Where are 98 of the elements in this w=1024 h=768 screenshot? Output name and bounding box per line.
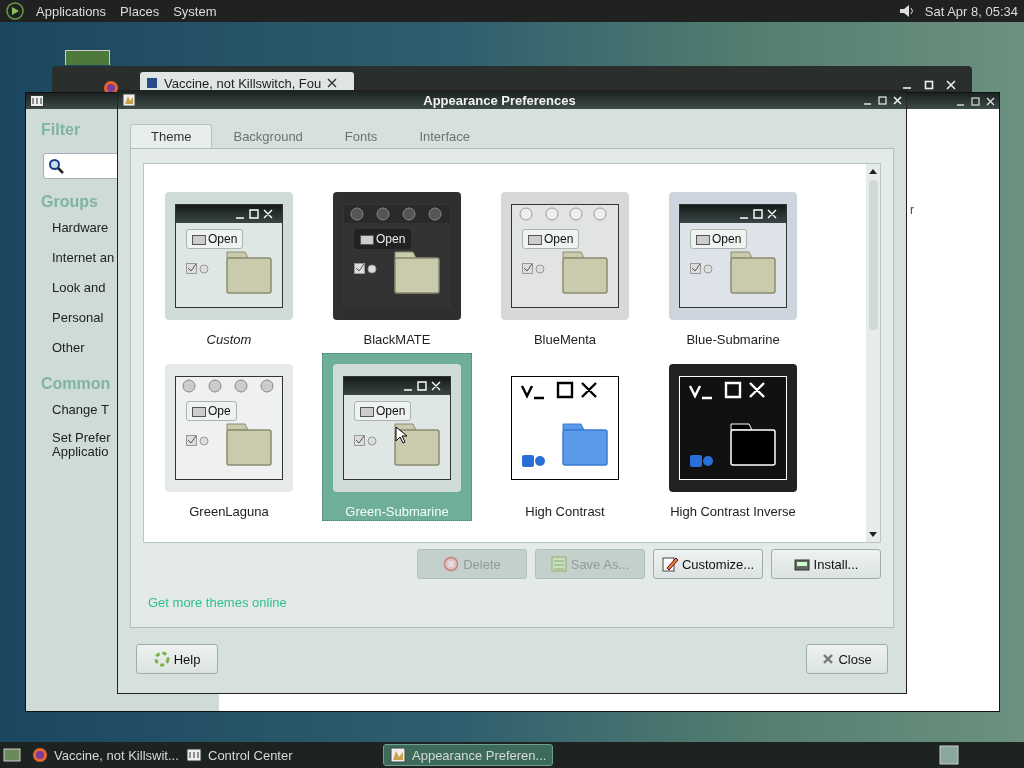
group-item[interactable]: Internet an [41,249,115,279]
theme-name: GreenLaguna [189,504,269,519]
tab[interactable]: Theme [130,124,213,148]
group-item[interactable]: Personal [41,309,104,339]
scroll-up-icon[interactable] [869,168,877,174]
workspace-switcher-icon[interactable] [939,745,959,765]
theme-tile[interactable]: High Contrast [490,353,640,521]
section-heading: Common [41,375,111,393]
close-icon [822,653,835,665]
preview-button: Open [522,229,580,249]
help-icon [153,651,170,667]
page-icon [146,77,158,89]
theme-tile[interactable]: High Contrast Inverse [658,353,808,521]
checkbox-icon [354,435,378,447]
theme-name: Custom [206,332,252,347]
close-icon[interactable] [327,78,338,88]
preview-button: Open [186,229,244,249]
task-item[interactable]: Set Prefer Applicatio [41,431,111,459]
taskbar-item[interactable]: Control Center [179,744,329,766]
folder-icon [394,422,440,466]
theme-name: High Contrast [525,504,605,519]
theme-tile[interactable]: Ope GreenLaguna [154,353,304,521]
help-button[interactable]: Help [136,644,218,674]
folder-icon [360,233,374,245]
tab[interactable]: Background [212,124,324,148]
folder-icon [192,405,206,417]
desktop-icon[interactable] [65,50,110,65]
menu-logo-icon[interactable] [6,2,24,20]
preview-button: Open [354,401,412,421]
install-button[interactable]: Install... [771,549,881,579]
panel-menu[interactable]: Places [118,3,162,19]
theme-name: BlueMenta [533,332,597,347]
window-controls-icon [179,379,275,393]
browser-icon [32,747,48,763]
content-text: r [910,203,914,217]
control-panel-icon[interactable] [30,95,44,107]
group-item[interactable]: Other [41,339,85,369]
maximize-icon[interactable] [924,80,934,90]
folder-icon [394,250,440,294]
group-item[interactable]: Look and [41,279,106,309]
folder-icon [730,422,776,466]
folder-icon [562,250,608,294]
theme-tile[interactable]: Open Custom [154,181,304,349]
checkbox-icon [690,455,714,467]
theme-name: BlackMATE [363,332,431,347]
theme-tile[interactable]: Open BlackMATE [322,181,472,349]
theme-tile[interactable]: Open BlueMenta [490,181,640,349]
folder-icon [730,250,776,294]
maximize-icon[interactable] [878,95,887,105]
window-controls-icon [347,207,443,221]
checkbox-icon [354,263,378,275]
window-controls-icon [518,207,608,221]
customize-icon [661,556,678,572]
taskbar-item[interactable]: Appearance Preferen... [383,744,554,766]
folder-icon [696,233,710,245]
checkbox-icon [186,435,210,447]
delete-icon [443,556,460,572]
task-item[interactable]: Change T [41,401,109,431]
folder-icon [226,250,272,294]
checkbox-icon [186,263,210,275]
theme-tile[interactable]: Open Green-Submarine [322,353,472,521]
maximize-icon[interactable] [971,96,980,106]
folder-icon [360,405,374,417]
preview-button: Open [354,229,412,249]
close-button[interactable]: Close [806,644,888,674]
group-item[interactable]: Hardware [41,219,109,249]
tab[interactable]: Interface [398,124,491,148]
section-heading: Groups [41,193,98,211]
window-title: Appearance Preferences [422,92,577,108]
preview-button: Open [690,229,748,249]
save-icon [550,556,567,572]
scrollbar[interactable] [866,164,880,542]
panel-menu[interactable]: Applications [34,3,109,19]
checkbox-icon [522,455,546,467]
tab[interactable]: Fonts [323,124,399,148]
install-icon [793,556,810,572]
preview-button: Ope [186,401,237,421]
appearance-icon[interactable] [122,93,136,107]
folder-icon [562,422,608,466]
appearance-icon [390,747,406,763]
control-icon [186,747,202,763]
theme-name: Green-Submarine [345,504,449,519]
section-heading: Filter [41,121,81,139]
customize-button[interactable]: Customize... [653,549,763,579]
scroll-down-icon[interactable] [869,532,877,538]
checkbox-icon [522,263,546,275]
folder-icon [226,422,272,466]
folder-icon [528,233,542,245]
theme-name: Blue-Submarine [686,332,780,347]
show-desktop-icon[interactable] [3,747,21,763]
panel-menu[interactable]: System [171,3,219,19]
search-icon [48,158,64,174]
mouse-pointer-icon [395,426,407,444]
theme-name: High Contrast Inverse [670,504,796,519]
checkbox-icon [690,263,714,275]
folder-icon [192,233,206,245]
panel-clock[interactable]: Sat Apr 8, 05:34 [924,3,1018,19]
theme-tile[interactable]: Open Blue-Submarine [658,181,808,349]
